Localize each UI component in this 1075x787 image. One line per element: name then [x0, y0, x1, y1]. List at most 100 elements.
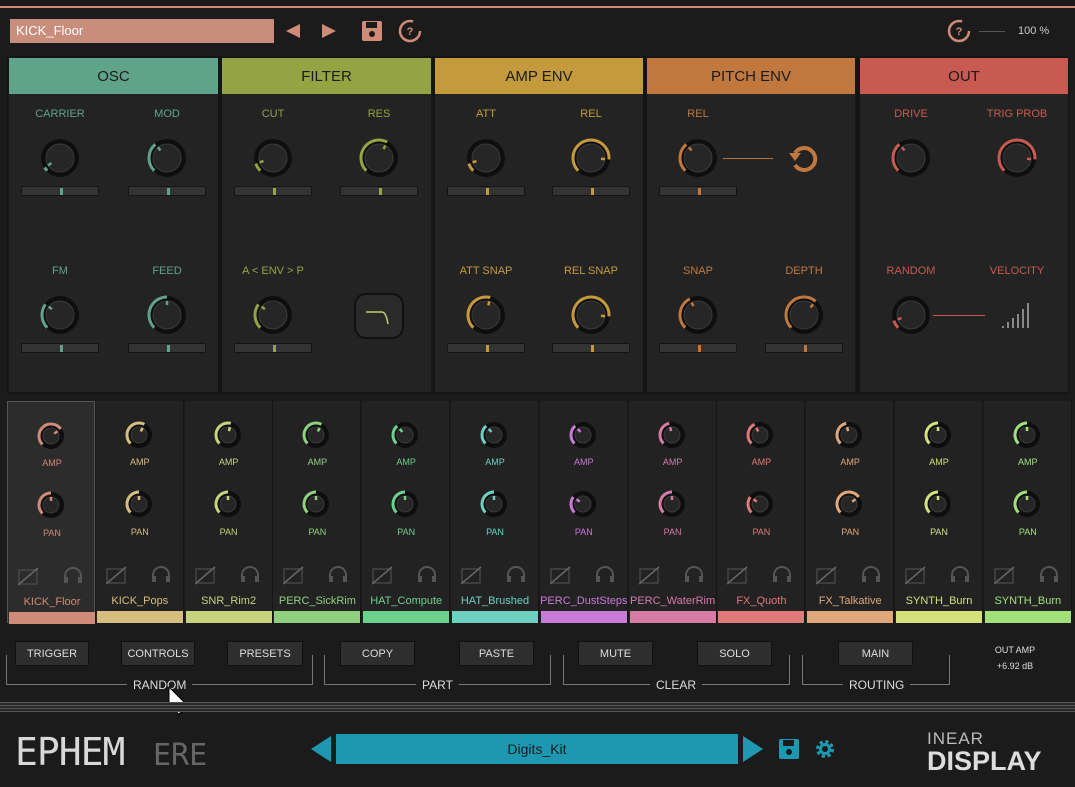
next-kit-arrow-icon[interactable] [740, 734, 766, 764]
strip-name[interactable]: PERC_WaterRim [629, 595, 717, 607]
headphones-icon[interactable] [594, 564, 616, 589]
pan-knob[interactable] [300, 488, 332, 525]
mod-knob[interactable] [145, 136, 189, 180]
channel-strip[interactable]: AMP PAN PERC_SickRim [273, 401, 362, 623]
depth-mod-slider[interactable] [765, 343, 843, 353]
amp-knob[interactable] [744, 419, 776, 456]
strip-name[interactable]: SYNTH_Burn [984, 595, 1072, 607]
mute-slash-icon[interactable] [105, 565, 128, 590]
p-rel-knob[interactable] [676, 136, 720, 180]
pan-knob[interactable] [656, 488, 688, 525]
strip-name[interactable]: SYNTH_Burn [895, 595, 983, 607]
headphones-icon[interactable] [150, 564, 172, 589]
prev-preset-arrow-icon[interactable] [282, 20, 304, 42]
reload-help-icon[interactable]: ? [396, 17, 424, 45]
random-knob[interactable] [889, 293, 933, 337]
kit-name-field[interactable]: Digits_Kit [336, 734, 738, 764]
mute-slash-icon[interactable] [282, 565, 305, 590]
pan-knob[interactable] [1011, 488, 1043, 525]
filter-type-button[interactable] [354, 293, 404, 339]
channel-strip[interactable]: AMP PAN KICK_Floor [7, 401, 96, 624]
att-knob[interactable] [464, 136, 508, 180]
att-mod-slider[interactable] [447, 186, 525, 196]
pan-knob[interactable] [389, 488, 421, 525]
headphones-icon[interactable] [327, 564, 349, 589]
carrier-mod-slider[interactable] [21, 186, 99, 196]
strip-name[interactable]: HAT_Compute [362, 595, 450, 607]
res-knob[interactable] [357, 136, 401, 180]
amp-knob[interactable] [123, 419, 155, 456]
channel-strip[interactable]: AMP PAN SNR_Rim2 [184, 401, 273, 623]
mute-slash-icon[interactable] [993, 565, 1016, 590]
channel-strip[interactable]: AMP PAN FX_Talkative [806, 401, 895, 623]
amp-knob[interactable] [478, 419, 510, 456]
velocity-bars-icon[interactable] [1000, 300, 1034, 330]
snap-knob[interactable] [676, 293, 720, 337]
amp-knob[interactable] [300, 419, 332, 456]
channel-strip[interactable]: AMP PAN PERC_DustSteps [539, 401, 628, 623]
drive-knob[interactable] [889, 136, 933, 180]
prev-kit-arrow-icon[interactable] [308, 734, 334, 764]
amp-knob[interactable] [389, 419, 421, 456]
mute-slash-icon[interactable] [638, 565, 661, 590]
snap-mod-slider[interactable] [659, 343, 737, 353]
channel-strip[interactable]: AMP PAN FX_Quoth [717, 401, 806, 623]
depth-knob[interactable] [782, 293, 826, 337]
aenvp-knob[interactable] [251, 293, 295, 337]
strip-name[interactable]: KICK_Floor [8, 596, 96, 608]
pan-knob[interactable] [567, 488, 599, 525]
p-rel-mod-slider[interactable] [659, 186, 737, 196]
feed-mod-slider[interactable] [128, 343, 206, 353]
channel-strip[interactable]: AMP PAN SYNTH_Burn [895, 401, 983, 623]
aenvp-mod-slider[interactable] [234, 343, 312, 353]
mute-slash-icon[interactable] [815, 565, 838, 590]
mod-mod-slider[interactable] [128, 186, 206, 196]
mute-slash-icon[interactable] [194, 565, 217, 590]
headphones-icon[interactable] [683, 564, 705, 589]
amp-knob[interactable] [1011, 419, 1043, 456]
attsnap-knob[interactable] [464, 293, 508, 337]
cut-mod-slider[interactable] [234, 186, 312, 196]
zoom-reset-icon[interactable]: ? [945, 17, 973, 45]
pan-knob[interactable] [123, 488, 155, 525]
mute-slash-icon[interactable] [549, 565, 572, 590]
strip-name[interactable]: FX_Talkative [806, 595, 894, 607]
headphones-icon[interactable] [949, 564, 971, 589]
preset-name-field[interactable]: KICK_Floor [10, 19, 274, 43]
amp-knob[interactable] [35, 420, 67, 457]
pan-knob[interactable] [212, 488, 244, 525]
amp-knob[interactable] [567, 419, 599, 456]
channel-strip[interactable]: AMP PAN HAT_Brushed [451, 401, 539, 623]
pan-knob[interactable] [744, 488, 776, 525]
pitch-env-reset-icon[interactable] [786, 142, 820, 176]
rel-mod-slider[interactable] [552, 186, 630, 196]
amp-knob[interactable] [212, 419, 244, 456]
channel-strip[interactable]: AMP PAN KICK_Pops [95, 401, 184, 623]
headphones-icon[interactable] [239, 564, 261, 589]
feed-knob[interactable] [145, 293, 189, 337]
mute-slash-icon[interactable] [460, 565, 483, 590]
settings-gear-icon[interactable] [813, 737, 837, 761]
headphones-icon[interactable] [62, 565, 84, 590]
save-kit-icon[interactable] [777, 737, 801, 761]
headphones-icon[interactable] [860, 564, 882, 589]
relsnap-mod-slider[interactable] [552, 343, 630, 353]
fm-mod-slider[interactable] [21, 343, 99, 353]
cut-knob[interactable] [251, 136, 295, 180]
pan-knob[interactable] [35, 489, 67, 526]
strip-name[interactable]: PERC_DustSteps [540, 595, 628, 607]
relsnap-knob[interactable] [569, 293, 613, 337]
out-amp-value[interactable]: +6.92 dB [985, 661, 1045, 671]
save-preset-icon[interactable] [360, 19, 384, 43]
strip-name[interactable]: PERC_SickRim [273, 595, 361, 607]
trigprob-knob[interactable] [995, 136, 1039, 180]
fm-knob[interactable] [38, 293, 82, 337]
rel-knob[interactable] [569, 136, 613, 180]
channel-strip[interactable]: AMP PAN SYNTH_Burn [983, 401, 1072, 623]
pan-knob[interactable] [478, 488, 510, 525]
strip-name[interactable]: HAT_Brushed [451, 595, 539, 607]
strip-name[interactable]: SNR_Rim2 [185, 595, 273, 607]
amp-knob[interactable] [833, 419, 865, 456]
mute-slash-icon[interactable] [726, 565, 749, 590]
headphones-icon[interactable] [771, 564, 793, 589]
